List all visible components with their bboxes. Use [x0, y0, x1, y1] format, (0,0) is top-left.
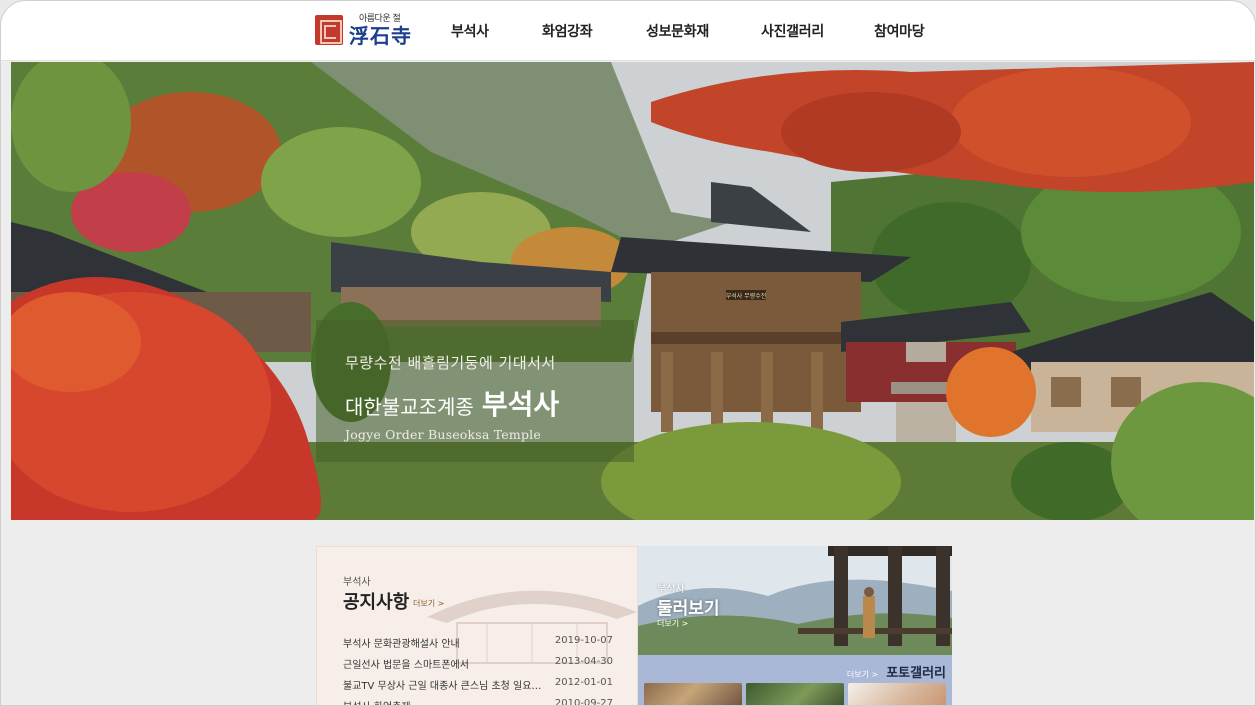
hero-title-order: 대한불교조계종 [345, 395, 474, 419]
notice-item-date: 2019-10-07 [554, 635, 613, 646]
list-item[interactable]: 불교TV 무상사 근일 대종사 큰스님 초청 일요… 2012-01-01 [343, 677, 613, 698]
notice-title: 공지사항 [343, 592, 410, 613]
notice-item-title: 근일선사 법문을 스마트폰에서 [343, 660, 469, 671]
gallery-title: 포토갤러리 [886, 666, 946, 681]
gallery-header: 더보기 > 포토갤러리 [847, 662, 946, 681]
main-nav: 부석사 화엄강좌 성보문화재 사진갤러리 참여마당 [1, 21, 1255, 41]
notice-item-title: 부석사 문화관광해설사 안내 [343, 639, 460, 650]
list-item[interactable]: 근일선사 법문을 스마트폰에서 2013-04-30 [343, 656, 613, 677]
gallery-thumbnail[interactable] [848, 683, 946, 705]
notice-list: 부석사 문화관광해설사 안내 2019-10-07 근일선사 법문을 스마트폰에… [343, 635, 613, 706]
browser-frame: 아름다운 절 浮石寺 부석사 화엄강좌 성보문화재 사진갤러리 참여마당 부석사… [0, 0, 1256, 706]
notice-kicker: 부석사 [343, 577, 371, 588]
gallery-more-link[interactable]: 더보기 > [847, 669, 878, 680]
gallery-thumbnail[interactable] [746, 683, 844, 705]
notice-more-link[interactable]: 더보기 > [413, 598, 444, 609]
hero-title-temple: 부석사 [481, 388, 560, 421]
hero-caption: 무량수전 배흘림기둥에 기대서서 대한불교조계종 부석사 Jogye Order … [316, 320, 634, 462]
photo-gallery-panel: 더보기 > 포토갤러리 [638, 655, 952, 705]
gallery-thumbnail[interactable] [644, 683, 742, 705]
site-header: 아름다운 절 浮石寺 부석사 화엄강좌 성보문화재 사진갤러리 참여마당 [1, 1, 1255, 61]
tour-more-link[interactable]: 더보기 > [657, 618, 688, 629]
nav-item-lecture[interactable]: 화엄강좌 [542, 21, 593, 41]
hero-banner: 부석사 무량수전 무량수전 배흘림기둥에 기대서서 대한불교조계종 부석사 Jo… [11, 62, 1254, 520]
tour-kicker: 부석사 [657, 584, 685, 595]
nav-item-buseoksa[interactable]: 부석사 [451, 21, 489, 41]
tour-title: 둘러보기 [657, 599, 720, 619]
list-item[interactable]: 부석사 화엄축제 2010-09-27 [343, 698, 613, 706]
notice-panel: 부석사 공지사항 더보기 > 부석사 문화관광해설사 안내 2019-10-07… [316, 546, 638, 706]
pavilion-signboard: 부석사 무량수전 [726, 292, 767, 300]
tour-panel[interactable]: 부석사 둘러보기 더보기 > [638, 546, 952, 655]
notice-item-date: 2012-01-01 [554, 677, 613, 688]
notice-item-title: 부석사 화엄축제 [343, 698, 411, 705]
nav-item-heritage[interactable]: 성보문화재 [646, 21, 709, 41]
notice-item-title: 불교TV 무상사 근일 대종사 큰스님 초청 일요… [343, 681, 542, 692]
hero-tagline: 무량수전 배흘림기둥에 기대서서 [345, 354, 556, 372]
notice-item-date: 2013-04-30 [554, 656, 613, 667]
hero-english-title: Jogye Order Buseoksa Temple [345, 427, 541, 442]
nav-item-community[interactable]: 참여마당 [874, 21, 925, 41]
list-item[interactable]: 부석사 문화관광해설사 안내 2019-10-07 [343, 635, 613, 656]
nav-item-gallery[interactable]: 사진갤러리 [761, 21, 824, 41]
notice-item-date: 2010-09-27 [554, 698, 613, 706]
hero-title: 대한불교조계종 부석사 [345, 383, 634, 423]
